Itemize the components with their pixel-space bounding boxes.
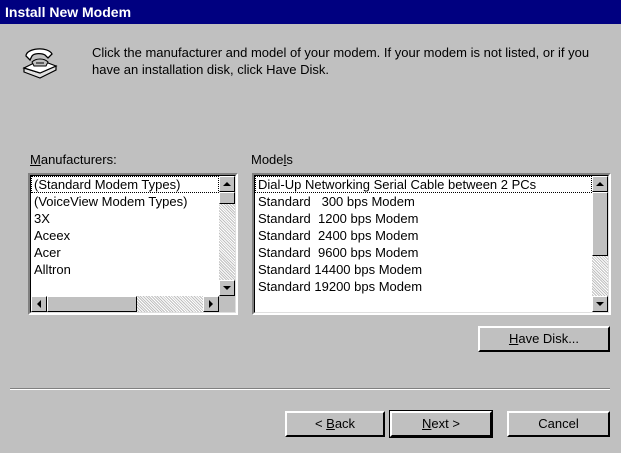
arrow-down-icon	[223, 286, 231, 290]
list-item[interactable]: Standard 14400 bps Modem	[255, 261, 592, 278]
scroll-corner	[219, 296, 235, 312]
list-item[interactable]: Alltron	[31, 261, 219, 278]
arrow-right-icon	[209, 300, 213, 308]
list-item[interactable]: (VoiceView Modem Types)	[31, 193, 219, 210]
list-item[interactable]: 3X	[31, 210, 219, 227]
arrow-up-icon	[223, 182, 231, 186]
cancel-button[interactable]: Cancel	[507, 411, 610, 437]
list-item[interactable]: Dial-Up Networking Serial Cable between …	[255, 176, 592, 193]
scroll-up-button[interactable]	[219, 176, 235, 192]
list-item[interactable]: Standard 2400 bps Modem	[255, 227, 592, 244]
models-list[interactable]: Dial-Up Networking Serial Cable between …	[252, 173, 611, 315]
scroll-up-button[interactable]	[592, 176, 608, 192]
list-item[interactable]: Standard 1200 bps Modem	[255, 210, 592, 227]
scroll-left-button[interactable]	[31, 296, 47, 312]
manufacturers-label: Manufacturers:	[30, 152, 117, 167]
dialog-body: Click the manufacturer and model of your…	[0, 24, 621, 453]
scroll-down-button[interactable]	[219, 280, 235, 296]
title-bar: Install New Modem	[0, 0, 621, 24]
list-item[interactable]: (Standard Modem Types)	[31, 176, 219, 193]
list-item[interactable]: Standard 300 bps Modem	[255, 193, 592, 210]
separator	[10, 388, 610, 390]
have-disk-button[interactable]: Have Disk...	[478, 326, 610, 352]
manufacturers-list[interactable]: (Standard Modem Types) (VoiceView Modem T…	[28, 173, 238, 315]
scroll-down-button[interactable]	[592, 296, 608, 312]
manufacturers-vertical-scrollbar[interactable]	[219, 176, 235, 296]
next-button[interactable]: Next >	[389, 410, 493, 438]
list-item[interactable]: Acer	[31, 244, 219, 261]
list-item[interactable]: Standard 19200 bps Modem	[255, 278, 592, 295]
models-label: Models	[251, 152, 293, 167]
models-vertical-scrollbar[interactable]	[592, 176, 608, 312]
scroll-thumb[interactable]	[219, 192, 235, 204]
window-title: Install New Modem	[5, 4, 132, 20]
scroll-thumb[interactable]	[592, 192, 608, 256]
instruction-text: Click the manufacturer and model of your…	[92, 45, 590, 77]
scroll-thumb[interactable]	[47, 296, 137, 312]
manufacturers-horizontal-scrollbar[interactable]	[31, 296, 219, 312]
back-button[interactable]: < Back	[285, 411, 385, 437]
arrow-down-icon	[596, 302, 604, 306]
arrow-left-icon	[37, 300, 41, 308]
telephone-modem-icon	[22, 48, 58, 79]
models-items: Dial-Up Networking Serial Cable between …	[255, 176, 592, 312]
scroll-right-button[interactable]	[203, 296, 219, 312]
list-item[interactable]: Standard 9600 bps Modem	[255, 244, 592, 261]
manufacturers-items: (Standard Modem Types) (VoiceView Modem T…	[31, 176, 219, 296]
list-item[interactable]: Aceex	[31, 227, 219, 244]
arrow-up-icon	[596, 182, 604, 186]
